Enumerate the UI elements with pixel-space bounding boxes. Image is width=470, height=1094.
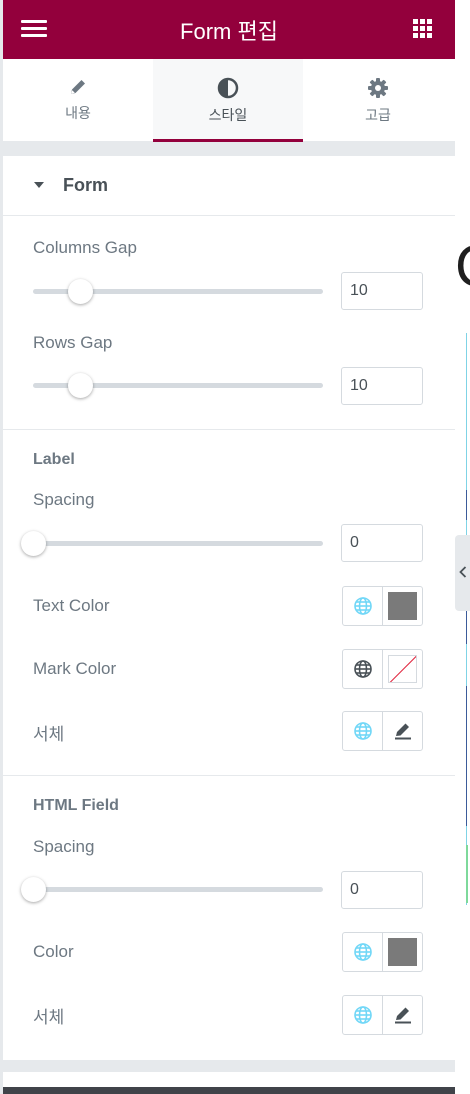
global-colors-button[interactable] <box>343 650 383 688</box>
section-form-title: Form <box>63 175 108 195</box>
rows-gap-slider-handle[interactable] <box>68 373 93 398</box>
next-section-header[interactable] <box>3 1072 455 1094</box>
rows-gap-label: Rows Gap <box>33 333 113 352</box>
editor-panel: Form 편집 내용 스타일 고급 Form Columns Gap 10 Ro… <box>0 0 455 1094</box>
html-field-color-label: Color <box>33 942 74 961</box>
label-spacing-slider-handle[interactable] <box>21 531 46 556</box>
preview-field-border <box>466 686 470 826</box>
html-field-spacing-slider[interactable] <box>33 887 323 892</box>
html-field-spacing-slider-handle[interactable] <box>21 877 46 902</box>
global-colors-button[interactable] <box>343 933 383 971</box>
global-fonts-button[interactable] <box>343 996 383 1034</box>
globe-icon <box>354 1006 372 1024</box>
contrast-icon <box>217 77 239 99</box>
html-field-typography-control <box>342 995 423 1035</box>
mark-color-control <box>342 649 423 689</box>
style-controls: Form Columns Gap Rows Gap Label Spacing … <box>3 156 455 1060</box>
pencil-icon <box>395 1007 411 1024</box>
preview-field-border <box>466 490 470 520</box>
chevron-left-icon <box>459 566 467 578</box>
globe-icon <box>354 597 372 615</box>
grid-icon[interactable] <box>413 19 433 39</box>
rows-gap-input[interactable] <box>341 367 423 405</box>
label-spacing-label: Spacing <box>33 490 95 509</box>
preview-heading-fragment: C <box>455 238 470 296</box>
html-field-spacing-input[interactable] <box>341 871 423 909</box>
panel-title: Form 편집 <box>180 19 278 44</box>
mark-color-label: Mark Color <box>33 659 117 678</box>
html-field-spacing-label: Spacing <box>33 837 95 856</box>
caret-down-icon <box>34 182 44 188</box>
tab-style-label: 스타일 <box>208 107 248 123</box>
global-colors-button[interactable] <box>343 587 383 625</box>
collapse-panel-button[interactable] <box>455 535 470 611</box>
text-color-control <box>342 586 423 626</box>
divider <box>3 775 455 776</box>
edit-typography-button[interactable] <box>383 996 423 1034</box>
tab-content[interactable]: 내용 <box>3 59 153 142</box>
gear-icon <box>368 78 388 98</box>
global-fonts-button[interactable] <box>343 712 383 750</box>
footer-divider <box>3 1087 455 1094</box>
preview-submit-outline <box>466 845 470 903</box>
tab-advanced-label: 고급 <box>365 107 391 123</box>
divider <box>3 429 455 430</box>
html-field-heading: HTML Field <box>33 797 119 814</box>
label-typography-control <box>342 711 423 751</box>
text-color-picker[interactable] <box>383 587 423 625</box>
mark-color-picker[interactable] <box>383 650 423 688</box>
globe-icon <box>354 943 372 961</box>
color-swatch <box>388 592 417 620</box>
color-swatch <box>388 938 417 966</box>
tab-advanced[interactable]: 고급 <box>303 59 453 142</box>
pencil-icon <box>395 723 411 740</box>
columns-gap-input[interactable] <box>341 272 423 310</box>
globe-icon <box>354 722 372 740</box>
columns-gap-slider-handle[interactable] <box>68 279 93 304</box>
panel-header: Form 편집 <box>3 0 455 59</box>
label-spacing-slider[interactable] <box>33 541 323 546</box>
tab-content-label: 내용 <box>65 105 91 121</box>
empty-color-swatch <box>388 655 417 683</box>
html-field-color-control <box>342 932 423 972</box>
section-form-header[interactable]: Form <box>3 156 455 216</box>
pencil-icon <box>71 80 85 94</box>
columns-gap-label: Columns Gap <box>33 238 137 257</box>
globe-icon <box>354 660 372 678</box>
text-color-label: Text Color <box>33 596 110 615</box>
label-spacing-input[interactable] <box>341 524 423 562</box>
tab-style[interactable]: 스타일 <box>153 59 303 142</box>
html-field-typography-label: 서체 <box>33 1008 65 1027</box>
panel-tabs: 내용 스타일 고급 <box>3 59 455 142</box>
html-field-color-picker[interactable] <box>383 933 423 971</box>
label-heading: Label <box>33 451 75 468</box>
edit-typography-button[interactable] <box>383 712 423 750</box>
label-typography-label: 서체 <box>33 725 65 744</box>
